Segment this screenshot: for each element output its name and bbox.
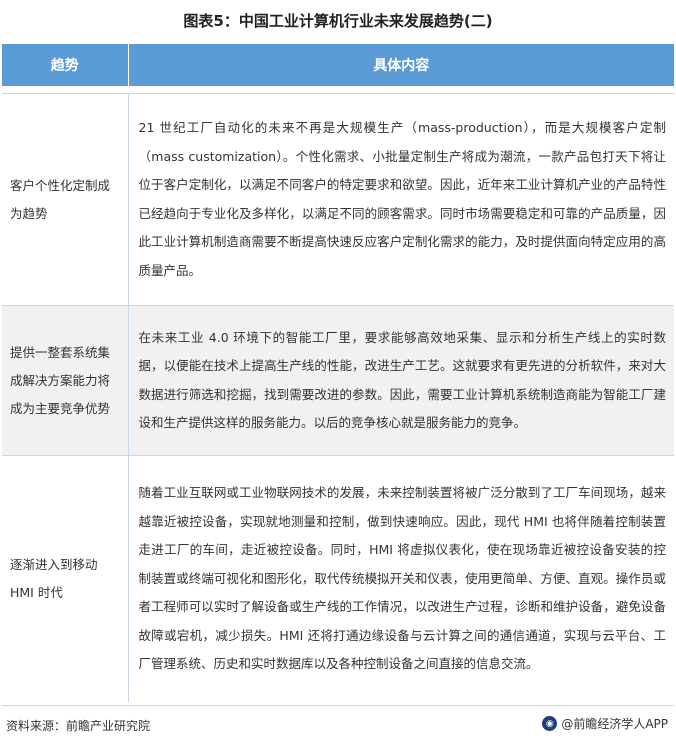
content-cell: 21 世纪工厂自动化的未来不再是大规模生产（mass-production），而… xyxy=(128,93,674,306)
table-header-row: 趋势 具体内容 xyxy=(2,44,674,86)
trends-table: 趋势 具体内容 客户个性化定制成为趋势 21 世纪工厂自动化的未来不再是大规模生… xyxy=(2,44,674,702)
table-row: 客户个性化定制成为趋势 21 世纪工厂自动化的未来不再是大规模生产（mass-p… xyxy=(2,93,674,306)
content-cell: 在未来工业 4.0 环境下的智能工厂里，要求能够高效地采集、显示和分析生产线上的… xyxy=(128,305,674,456)
table-bottom-rule xyxy=(2,705,674,706)
brand-logo-icon: ◉ xyxy=(542,716,558,731)
table-row: 逐渐进入到移动 HMI 时代 随着工业互联网或工业物联网技术的发展，未来控制装置… xyxy=(2,455,674,702)
header-content: 具体内容 xyxy=(128,44,674,86)
table-row: 提供一整套系统集成解决方案能力将成为主要竞争优势 在未来工业 4.0 环境下的智… xyxy=(2,305,674,456)
page-title: 图表5：中国工业计算机行业未来发展趋势(二) xyxy=(183,12,493,30)
header-spacer xyxy=(2,86,674,94)
trend-cell: 提供一整套系统集成解决方案能力将成为主要竞争优势 xyxy=(2,305,129,456)
content-cell: 随着工业互联网或工业物联网技术的发展，未来控制装置将被广泛分散到了工厂车间现场，… xyxy=(128,455,674,702)
brand-text: @前瞻经济学人APP xyxy=(561,717,668,731)
trend-cell: 客户个性化定制成为趋势 xyxy=(2,93,129,306)
source-note: 资料来源：前瞻产业研究院 xyxy=(6,719,151,733)
header-trend: 趋势 xyxy=(2,44,129,86)
trend-cell: 逐渐进入到移动 HMI 时代 xyxy=(2,455,129,702)
brand-credit: ◉ @前瞻经济学人APP xyxy=(542,715,668,732)
